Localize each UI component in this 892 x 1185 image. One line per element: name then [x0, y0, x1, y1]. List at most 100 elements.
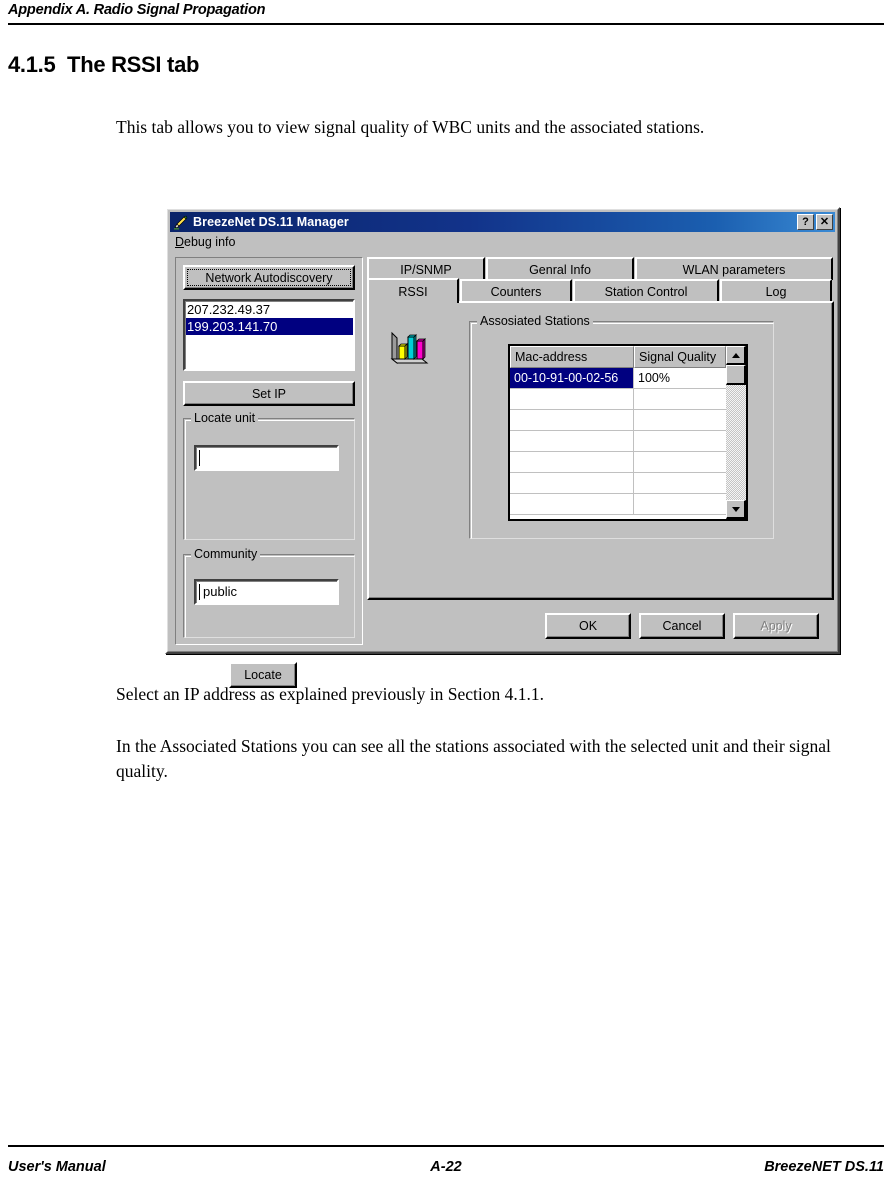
column-header-signal-quality[interactable]: Signal Quality — [634, 346, 726, 368]
table-row[interactable] — [510, 410, 726, 431]
scroll-down-icon — [731, 506, 740, 512]
breezenet-manager-dialog: BreezeNet DS.11 Manager ? ✕ Debug info N… — [165, 207, 840, 688]
set-ip-label: Set IP — [251, 386, 287, 401]
footer-rule — [8, 1145, 884, 1147]
tab-wlan-parameters[interactable]: WLAN parameters — [635, 257, 833, 280]
locate-label: Locate — [244, 668, 282, 682]
page-title: 4.1.5 The RSSI tab — [8, 52, 200, 77]
locate-unit-group-title: Locate unit — [191, 411, 259, 425]
scroll-up-button[interactable] — [726, 346, 746, 365]
cancel-button[interactable]: Cancel — [639, 613, 725, 639]
cancel-label: Cancel — [662, 619, 702, 633]
associated-stations-table: Mac-address Signal Quality 00-10-91-00-0… — [508, 344, 748, 521]
cell-signal-quality — [634, 389, 726, 410]
rssi-tab-panel: Assosiated Stations Mac-address Signal Q… — [367, 301, 834, 600]
tab-strip-row-2: RSSI Counters Station Control Log — [367, 278, 833, 303]
tab-strip-row-1: IP/SNMP Genral Info WLAN parameters — [367, 257, 834, 280]
dialog-button-bar: OK Cancel Apply — [367, 607, 834, 647]
footer-right: BreezeNET DS.11 — [764, 1159, 884, 1175]
table-row[interactable] — [510, 389, 726, 410]
cell-mac-address — [510, 410, 634, 431]
tab-label: WLAN parameters — [682, 262, 786, 277]
cell-mac-address — [510, 389, 634, 410]
header-rule — [8, 23, 884, 25]
paragraph-intro: This tab allows you to view signal quali… — [116, 117, 705, 137]
cell-mac-address — [510, 494, 634, 515]
table-columns: Mac-address Signal Quality 00-10-91-00-0… — [510, 346, 726, 519]
table-header-row: Mac-address Signal Quality — [510, 346, 726, 368]
tab-counters[interactable]: Counters — [460, 279, 572, 302]
pencil-icon — [173, 214, 189, 230]
title-bar: BreezeNet DS.11 Manager ? ✕ — [170, 212, 835, 232]
tab-station-control[interactable]: Station Control — [573, 279, 719, 302]
community-value: public — [203, 584, 237, 599]
dialog-title: BreezeNet DS.11 Manager — [193, 215, 349, 229]
text-caret — [199, 450, 200, 466]
menu-accel-letter: D — [175, 235, 185, 249]
community-group: Community public — [183, 547, 355, 638]
scrollbar-thumb[interactable] — [726, 365, 746, 385]
paragraph-select-ip: Select an IP address as explained previo… — [116, 684, 545, 704]
scrollbar-track[interactable] — [726, 385, 746, 500]
cell-signal-quality — [634, 473, 726, 494]
column-header-mac-address[interactable]: Mac-address — [510, 346, 634, 368]
community-input[interactable]: public — [194, 579, 339, 605]
tab-rssi[interactable]: RSSI — [367, 278, 459, 303]
cell-mac-address — [510, 452, 634, 473]
tab-label: Station Control — [604, 284, 688, 299]
input-bevel — [196, 447, 337, 469]
ok-button[interactable]: OK — [545, 613, 631, 639]
table-row[interactable] — [510, 452, 726, 473]
apply-label: Apply — [760, 619, 792, 633]
titlebar-button-group: ? ✕ — [797, 214, 833, 230]
scroll-down-button[interactable] — [726, 500, 746, 519]
cell-signal-quality — [634, 452, 726, 473]
table-vertical-scrollbar[interactable] — [726, 346, 746, 519]
cell-signal-quality — [634, 431, 726, 452]
ip-address-list[interactable]: 207.232.49.37 199.203.141.70 — [183, 299, 355, 371]
tab-label: IP/SNMP — [400, 262, 452, 277]
menu-item-label: ebug info — [184, 235, 236, 249]
tab-control: IP/SNMP Genral Info WLAN parameters RSSI… — [367, 257, 834, 600]
tab-label: Log — [765, 284, 787, 299]
footer-page-number: A-22 — [430, 1159, 462, 1175]
community-group-title: Community — [191, 547, 261, 561]
list-item[interactable]: 207.232.49.37 — [185, 301, 353, 318]
table-row[interactable] — [510, 494, 726, 515]
running-header: Appendix A. Radio Signal Propagation — [8, 2, 266, 18]
tab-genral-info[interactable]: Genral Info — [486, 257, 634, 280]
tab-label: RSSI — [398, 284, 428, 299]
left-control-panel: Network Autodiscovery 207.232.49.37 199.… — [175, 257, 363, 688]
tab-label: Counters — [490, 284, 542, 299]
apply-button: Apply — [733, 613, 819, 639]
cell-mac-address — [510, 473, 634, 494]
network-autodiscovery-label: Network Autodiscovery — [205, 270, 333, 285]
menu-bar: Debug info — [171, 234, 834, 252]
cell-signal-quality — [634, 494, 726, 515]
network-autodiscovery-button[interactable]: Network Autodiscovery — [183, 265, 355, 290]
text-caret — [199, 584, 200, 600]
list-item[interactable]: 199.203.141.70 — [185, 318, 353, 335]
table-row[interactable] — [510, 431, 726, 452]
locate-unit-group: Locate unit Locate — [183, 411, 355, 688]
associated-stations-group: Assosiated Stations Mac-address Signal Q… — [469, 314, 774, 539]
bar-chart-icon — [389, 329, 431, 369]
table-row[interactable] — [510, 473, 726, 494]
tab-label: Genral Info — [529, 262, 591, 277]
cell-mac-address: 00-10-91-00-02-56 — [510, 368, 634, 389]
locate-unit-input[interactable] — [194, 445, 339, 471]
tab-ip-snmp[interactable]: IP/SNMP — [367, 257, 485, 280]
table-row[interactable]: 00-10-91-00-02-56 100% — [510, 368, 726, 389]
cell-signal-quality — [634, 410, 726, 431]
paragraph-associated-stations: In the Associated Stations you can see a… — [116, 736, 831, 781]
associated-stations-title: Assosiated Stations — [477, 314, 593, 328]
groupbox-bevel — [185, 420, 355, 540]
ok-label: OK — [578, 619, 598, 633]
tab-log[interactable]: Log — [720, 279, 832, 302]
menu-item-debug-info[interactable]: Debug info — [171, 234, 239, 250]
close-button[interactable]: ✕ — [816, 214, 833, 230]
set-ip-button[interactable]: Set IP — [183, 381, 355, 406]
help-button[interactable]: ? — [797, 214, 814, 230]
scroll-up-icon — [731, 352, 740, 358]
cell-signal-quality: 100% — [634, 368, 726, 389]
